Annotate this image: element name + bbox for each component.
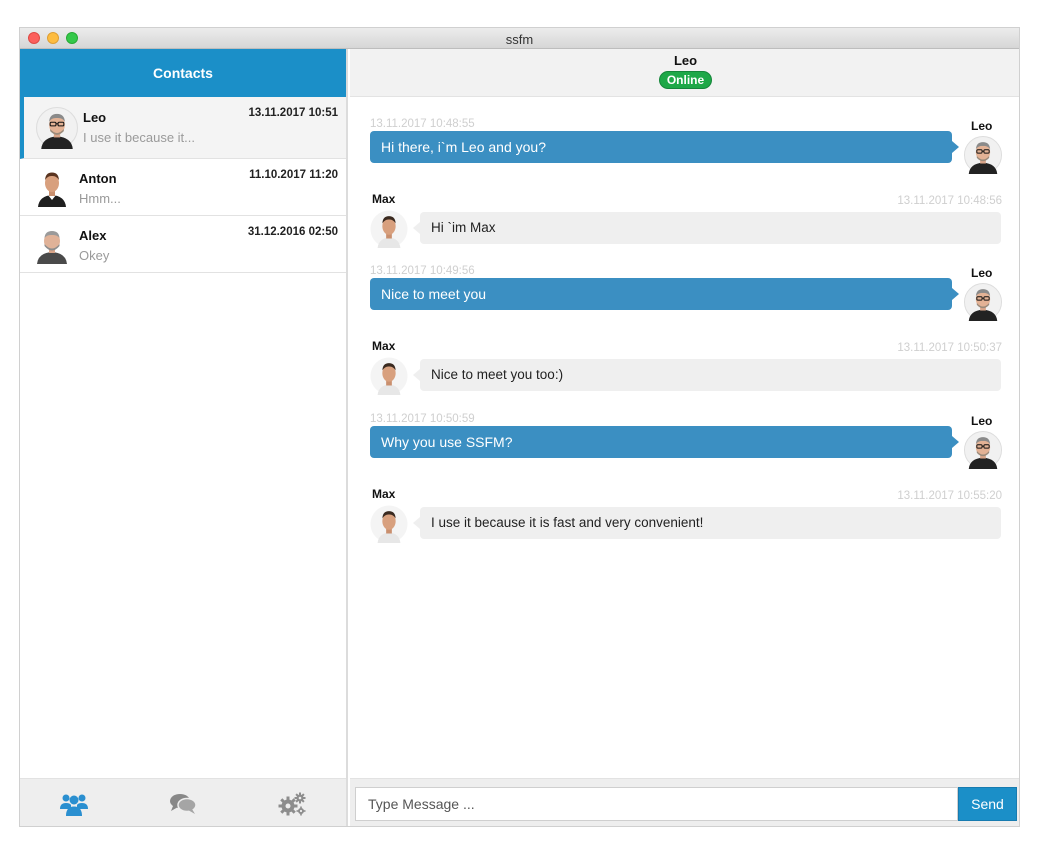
- message-outgoing: 13.11.2017 10:48:55 Leo Hi there, i`m Le…: [350, 118, 1020, 192]
- contact-preview: Hmm...: [79, 191, 121, 206]
- gears-icon: [278, 792, 306, 815]
- avatar: [32, 224, 72, 264]
- message-bubble: Nice to meet you too:): [413, 359, 1001, 391]
- contact-item-anton[interactable]: Anton Hmm... 11.10.2017 11:20: [20, 159, 346, 216]
- contact-date: 31.12.2016 02:50: [247, 226, 338, 238]
- message-incoming: Max 13.11.2017 10:55:20 I use it because…: [350, 487, 1019, 561]
- window-title: ssfm: [505, 32, 534, 47]
- message-time: 13.11.2017 10:50:59: [370, 413, 475, 425]
- message-sender: Max: [372, 339, 396, 353]
- contacts-sidebar: Contacts Leo I use it because it... 13.1…: [20, 49, 348, 826]
- contact-preview: Okey: [79, 248, 110, 263]
- avatar: [370, 210, 408, 248]
- message-bubble: I use it because it is fast and very con…: [413, 507, 1001, 539]
- message-incoming: Max 13.11.2017 10:48:56 Hi `im Max: [350, 192, 1019, 266]
- chat-bubbles-icon: [169, 793, 197, 814]
- message-outgoing: 13.11.2017 10:49:56 Leo Nice to meet you: [350, 265, 1020, 339]
- message-bubble: Nice to meet you: [370, 278, 959, 310]
- message-incoming: Max 13.11.2017 10:50:37 Nice to meet you…: [350, 339, 1019, 413]
- contact-name: Anton: [79, 171, 117, 186]
- message-composer: Send: [350, 778, 1019, 826]
- message-input[interactable]: [355, 787, 958, 821]
- chat-contact-name: Leo: [673, 53, 698, 68]
- users-icon: [60, 794, 89, 816]
- settings-tab-button[interactable]: [272, 787, 312, 821]
- message-bubble: Why you use SSFM?: [370, 426, 959, 458]
- chats-tab-button[interactable]: [163, 787, 203, 821]
- contact-date: 13.11.2017 10:51: [248, 107, 338, 119]
- message-sender: Max: [372, 192, 396, 206]
- avatar: [36, 107, 78, 149]
- contact-name: Alex: [79, 228, 107, 243]
- avatar: [964, 431, 1002, 469]
- message-time: 13.11.2017 10:55:20: [897, 490, 1002, 502]
- message-outgoing: 13.11.2017 10:50:59 Leo Why you use SSFM…: [350, 413, 1020, 487]
- chat-header: Leo Online: [350, 49, 1019, 97]
- contact-name: Leo: [83, 110, 107, 125]
- status-badge: Online: [658, 71, 713, 89]
- message-time: 13.11.2017 10:48:56: [897, 195, 1002, 207]
- contact-item-alex[interactable]: Alex Okey 31.12.2016 02:50: [20, 216, 346, 273]
- message-sender: Leo: [971, 266, 993, 280]
- avatar: [32, 167, 72, 207]
- message-bubble: Hi `im Max: [413, 212, 1001, 244]
- title-bar: ssfm: [20, 28, 1019, 49]
- contact-preview: I use it because it...: [83, 130, 196, 145]
- contact-item-leo[interactable]: Leo I use it because it... 13.11.2017 10…: [20, 97, 346, 159]
- message-sender: Max: [372, 487, 396, 501]
- send-button[interactable]: Send: [958, 787, 1017, 821]
- avatar: [964, 283, 1002, 321]
- avatar: [370, 357, 408, 395]
- chat-panel: Leo Online 13.11.2017 10:48:55 Leo Hi th…: [350, 49, 1020, 826]
- avatar: [964, 136, 1002, 174]
- contacts-tab-button[interactable]: [54, 787, 94, 821]
- app-window: ssfm Contacts Leo I use it because it...…: [19, 27, 1020, 827]
- avatar: [370, 505, 408, 543]
- contacts-header: Contacts: [20, 49, 346, 97]
- message-bubble: Hi there, i`m Leo and you?: [370, 131, 959, 163]
- message-time: 13.11.2017 10:48:55: [370, 118, 475, 130]
- message-time: 13.11.2017 10:49:56: [370, 265, 475, 277]
- message-sender: Leo: [971, 414, 993, 428]
- contact-date: 11.10.2017 11:20: [249, 169, 338, 181]
- message-time: 13.11.2017 10:50:37: [897, 342, 1002, 354]
- sidebar-footer: [20, 778, 346, 826]
- message-sender: Leo: [971, 119, 993, 133]
